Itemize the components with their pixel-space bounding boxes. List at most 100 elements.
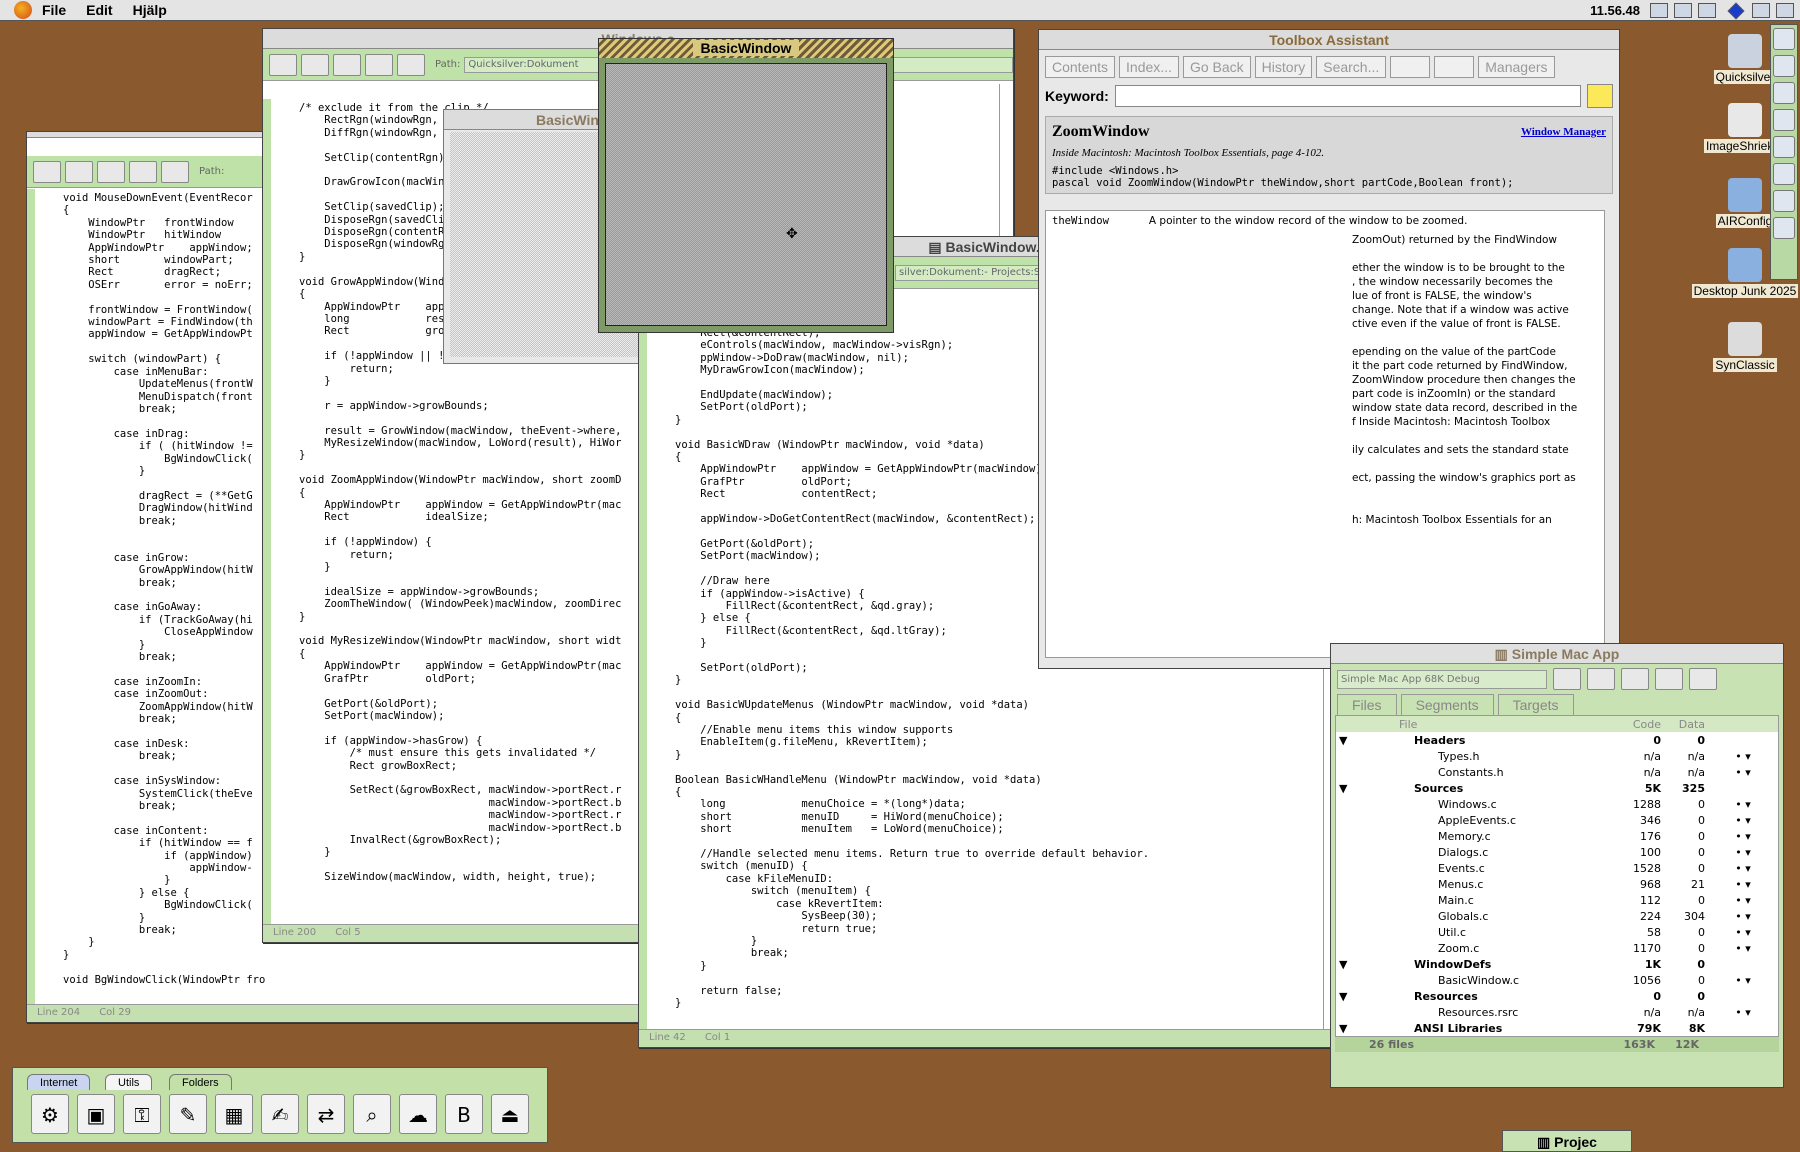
strip-tool-icon[interactable] [1773,190,1795,212]
documents-popup-button[interactable] [365,53,393,76]
code-editor[interactable]: void MouseDownEvent(EventRecor { WindowP… [27,189,265,1004]
index-button[interactable]: Index... [1119,56,1179,78]
documents-popup-button[interactable] [129,160,157,183]
diamond-icon[interactable] [1727,2,1745,20]
project-file-row[interactable]: Constants.h n/a n/a • ▾ [1336,764,1778,780]
topic-content[interactable]: theWindow A pointer to the window record… [1045,210,1605,658]
project-file-row[interactable]: Types.h n/a n/a • ▾ [1336,748,1778,764]
resedit-icon[interactable]: ✎ [169,1094,207,1134]
installer-icon[interactable]: ⚙ [31,1094,69,1134]
markers-popup-button[interactable] [97,160,125,183]
project-file-row[interactable]: Resources.rsrc n/a n/a • ▾ [1336,1004,1778,1020]
tab-utils[interactable]: Utils [105,1074,153,1090]
row-flags: • ▾ [1735,925,1751,939]
functions-popup-button[interactable] [33,160,61,183]
code-size: 0 [1653,989,1661,1003]
project-group-row[interactable]: ▼ ANSI Libraries 79K 8K [1336,1020,1778,1036]
tab-files[interactable]: Files [1337,694,1397,715]
app-switcher-icon[interactable] [1776,3,1794,18]
strip-tool-icon[interactable] [1773,136,1795,158]
project-file-row[interactable]: BasicWindow.c 1056 0 • ▾ [1336,972,1778,988]
project-window[interactable]: ▥ Simple Mac App Simple Mac App 68K Debu… [1330,643,1784,1088]
network-icon[interactable]: ☁ [399,1094,437,1134]
column-check[interactable] [1336,716,1396,732]
magnifier-icon[interactable]: ⌕ [353,1094,391,1134]
check-syntax-button[interactable] [1553,668,1581,690]
column-file[interactable]: File [1396,716,1614,732]
keyword-input[interactable] [1114,85,1581,107]
column-data[interactable]: Data [1664,716,1708,732]
window-title-bar[interactable]: Toolbox Assistant [1039,30,1619,50]
window-title-bar[interactable]: ▥ Simple Mac App [1331,644,1783,664]
project-group-row[interactable]: ▼ WindowDefs 1K 0 [1336,956,1778,972]
basic-window-active[interactable]: BasicWindow ✥ [598,38,894,333]
strip-tool-icon[interactable] [1773,217,1795,239]
project-group-row[interactable]: ▼ Sources 5K 325 [1336,780,1778,796]
help-icon[interactable] [1752,3,1770,18]
column-code[interactable]: Code [1614,716,1664,732]
previous-page-button[interactable] [1390,56,1431,78]
apple-menu-icon[interactable] [14,1,32,19]
brackets-popup-button[interactable] [65,160,93,183]
project-file-row[interactable]: Menus.c 968 21 • ▾ [1336,876,1778,892]
tab-targets[interactable]: Targets [1497,694,1574,715]
project-file-row[interactable]: Events.c 1528 0 • ▾ [1336,860,1778,876]
bbedit-icon[interactable]: B [445,1094,483,1134]
functions-popup-button[interactable] [269,53,297,76]
window-title-bar[interactable]: BasicWindow [599,39,893,58]
debug-button[interactable] [1621,668,1649,690]
control-strip-icon[interactable] [1650,3,1668,18]
markers-popup-button[interactable] [333,53,361,76]
transfer-icon[interactable]: ⇄ [307,1094,345,1134]
project-file-row[interactable]: Globals.c 224 304 • ▾ [1336,908,1778,924]
project-file-row[interactable]: Main.c 112 0 • ▾ [1336,892,1778,908]
disk-utility-icon[interactable]: ▣ [77,1094,115,1134]
project-tab[interactable]: ▥ Projec [1502,1130,1632,1152]
strip-tool-icon[interactable] [1773,82,1795,104]
tab-segments[interactable]: Segments [1400,694,1494,715]
sync-button[interactable] [1689,668,1717,690]
lock-button[interactable] [161,160,189,183]
window-content[interactable]: ✥ [605,63,887,326]
note-icon[interactable] [1587,84,1613,108]
strip-tool-icon[interactable] [1773,28,1795,50]
toolbox-assistant-window[interactable]: Toolbox Assistant Contents Index... Go B… [1038,29,1620,669]
managers-button[interactable]: Managers [1478,56,1555,78]
project-file-row[interactable]: Windows.c 1288 0 • ▾ [1336,796,1778,812]
desktop-icon-synclassic[interactable]: SynClassic [1690,322,1800,372]
go-back-button[interactable]: Go Back [1182,56,1251,78]
menubar-clock[interactable]: 11.56.48 [1590,3,1640,18]
project-group-row[interactable]: ▼ Resources 0 0 [1336,988,1778,1004]
project-file-row[interactable]: Zoom.c 1170 0 • ▾ [1336,940,1778,956]
strip-tool-icon[interactable] [1773,163,1795,185]
contents-button[interactable]: Contents [1045,56,1116,78]
editor-icon[interactable]: ✍ [261,1094,299,1134]
project-group-row[interactable]: ▼ Headers 0 0 [1336,732,1778,748]
history-button[interactable]: History [1254,56,1313,78]
strip-tool-icon[interactable] [1773,109,1795,131]
menu-file[interactable]: File [42,2,66,18]
project-file-row[interactable]: AppleEvents.c 346 0 • ▾ [1336,812,1778,828]
key-tool-icon[interactable]: ⚿ [123,1094,161,1134]
run-button[interactable] [1655,668,1683,690]
manager-link[interactable]: Window Manager [1521,126,1606,138]
target-popup[interactable]: Simple Mac App 68K Debug [1337,669,1547,689]
project-file-row[interactable]: Dialogs.c 100 0 • ▾ [1336,844,1778,860]
next-page-button[interactable] [1434,56,1475,78]
strip-tool-icon[interactable] [1773,55,1795,77]
column-flags[interactable] [1708,716,1778,732]
menu-edit[interactable]: Edit [86,2,112,18]
search-button[interactable]: Search... [1316,56,1387,78]
make-button[interactable] [1587,668,1615,690]
lock-button[interactable] [397,53,425,76]
tab-internet[interactable]: Internet [27,1074,91,1090]
keyboard-icon[interactable] [1674,3,1692,18]
eject-icon[interactable]: ⏏ [491,1094,529,1134]
project-file-row[interactable]: Memory.c 176 0 • ▾ [1336,828,1778,844]
brackets-popup-button[interactable] [301,53,329,76]
tab-folders[interactable]: Folders [169,1074,232,1090]
menu-help[interactable]: Hjälp [133,2,167,18]
application-icon[interactable] [1698,3,1716,18]
calculator-icon[interactable]: ▦ [215,1094,253,1134]
project-file-row[interactable]: Util.c 58 0 • ▾ [1336,924,1778,940]
